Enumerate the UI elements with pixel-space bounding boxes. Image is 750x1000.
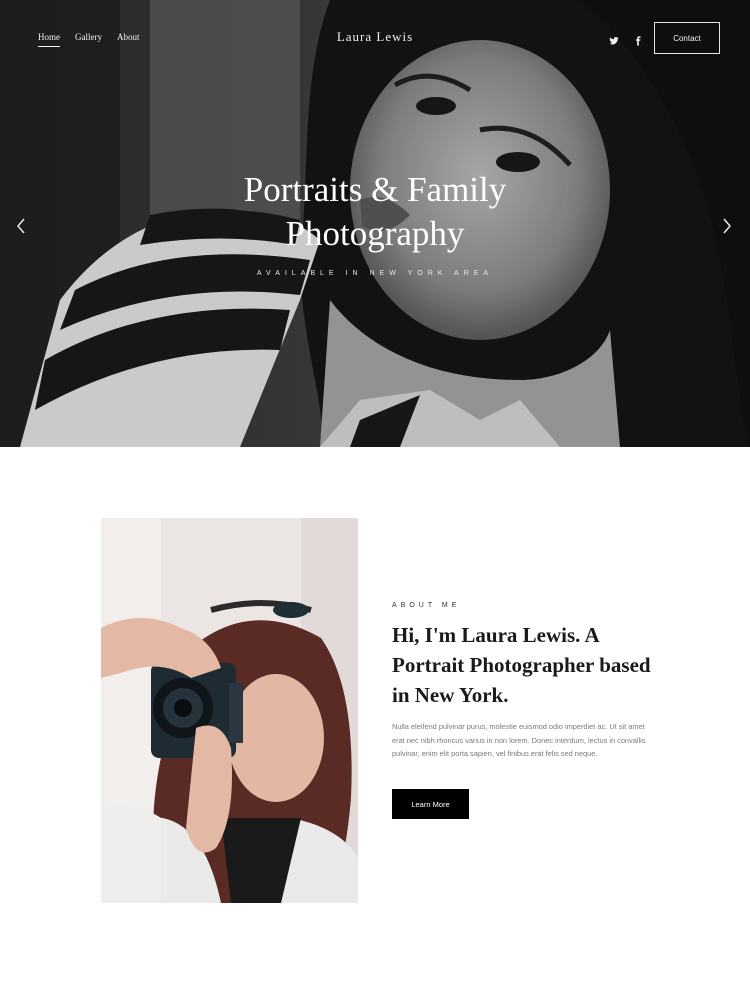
about-heading: Hi, I'm Laura Lewis. A Portrait Photogra… — [392, 623, 651, 707]
twitter-icon[interactable] — [609, 33, 619, 45]
about-eyebrow: ABOUT ME — [392, 602, 461, 609]
hero-section: Home Gallery About Laura Lewis Contact P… — [0, 0, 750, 447]
contact-button[interactable]: Contact — [654, 22, 720, 54]
hero-title: Portraits & Family Photography — [0, 168, 750, 256]
about-body: Nulla eleifend pulvinar purus, molestie … — [392, 722, 646, 758]
chevron-right-icon[interactable] — [720, 216, 734, 236]
hero-title-line2: Photography — [285, 214, 465, 253]
hero-title-line1: Portraits & Family — [243, 170, 507, 209]
facebook-icon[interactable] — [633, 33, 643, 46]
hero-subtitle: AVAILABLE IN NEW YORK AREA — [256, 270, 494, 277]
chevron-left-icon[interactable] — [14, 216, 28, 236]
social-links — [609, 33, 643, 46]
about-photo — [101, 518, 358, 903]
learn-more-button[interactable]: Learn More — [392, 789, 469, 819]
